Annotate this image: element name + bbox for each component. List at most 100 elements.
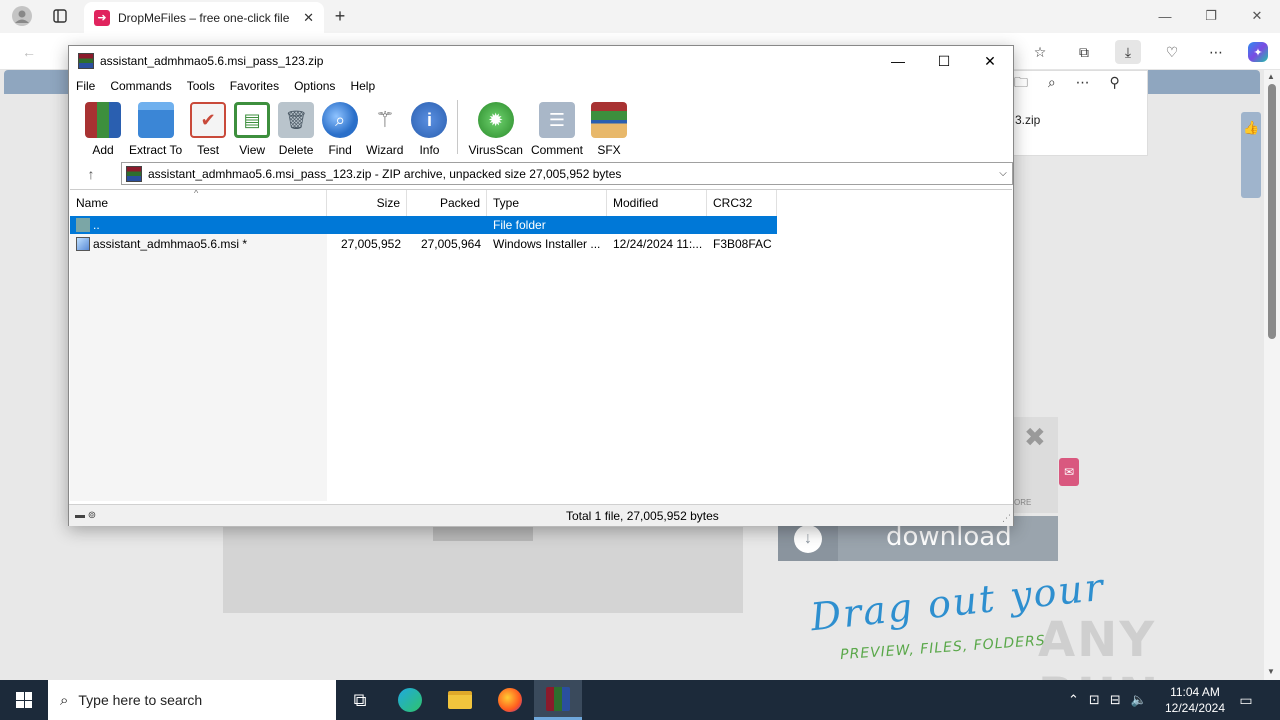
winrar-minimize-icon[interactable]: —: [875, 46, 921, 76]
downloads-icon[interactable]: ⤓: [1115, 40, 1141, 64]
edge-icon: [398, 688, 422, 712]
sfx-box-icon: [590, 102, 627, 138]
dropmefiles-favicon-icon: ➜: [94, 9, 110, 26]
wizard-wand-icon: ⚚: [366, 102, 403, 138]
taskbar-search[interactable]: ⌕ Type here to search: [48, 680, 336, 720]
start-button[interactable]: [0, 680, 48, 720]
ad-more-label: ORE: [1014, 498, 1032, 507]
clock-date: 12/24/2024: [1164, 701, 1226, 715]
tool-wizard-button[interactable]: ⚚ Wizard: [362, 96, 407, 157]
menu-file[interactable]: File: [76, 79, 95, 93]
winrar-close-icon[interactable]: ✕: [967, 46, 1013, 76]
browser-minimize-icon[interactable]: —: [1142, 4, 1188, 28]
file-explorer-icon: [448, 691, 472, 709]
show-hidden-icons-icon[interactable]: ⌃: [1068, 692, 1079, 708]
task-view-icon[interactable]: ⧉: [336, 680, 384, 720]
network-adapter-icon[interactable]: ⊡: [1089, 692, 1100, 708]
tool-virusscan-button[interactable]: ✹ VirusScan: [464, 96, 526, 157]
taskbar: ⌕ Type here to search ⧉ ⌃ ⊡ ⊟ 🔈 11:04 AM…: [0, 680, 1280, 720]
tool-extract-button[interactable]: Extract To: [125, 96, 186, 157]
winrar-titlebar[interactable]: assistant_admhmao5.6.msi_pass_123.zip — …: [69, 46, 1013, 76]
address-bar: ↑ assistant_admhmao5.6.msi_pass_123.zip …: [69, 161, 1013, 186]
info-icon: i: [411, 102, 448, 138]
column-size[interactable]: Size: [327, 190, 407, 216]
new-tab-button[interactable]: +: [328, 5, 352, 27]
clock[interactable]: 11:04 AM 12/24/2024: [1160, 684, 1230, 716]
tab-dropmefiles[interactable]: ➜ DropMeFiles – free one-click file ✕: [84, 2, 324, 33]
winrar-window: assistant_admhmao5.6.msi_pass_123.zip — …: [68, 45, 1014, 526]
column-modified[interactable]: Modified: [607, 190, 707, 216]
feedback-icon[interactable]: ✉: [1059, 458, 1079, 486]
winrar-title: assistant_admhmao5.6.msi_pass_123.zip: [100, 54, 324, 68]
scroll-thumb[interactable]: [1268, 84, 1276, 339]
column-type[interactable]: Type: [487, 190, 607, 216]
menu-favorites[interactable]: Favorites: [230, 79, 279, 93]
resize-grip-icon[interactable]: ⋰: [1002, 513, 1011, 524]
menu-tools[interactable]: Tools: [187, 79, 215, 93]
browser-close-icon[interactable]: ✕: [1234, 4, 1280, 28]
test-checklist-icon: ✔: [190, 102, 227, 138]
sort-up-icon: ^: [194, 189, 199, 198]
tab-title: DropMeFiles – free one-click file: [118, 10, 290, 25]
tool-view-button[interactable]: ▤ View: [230, 96, 274, 157]
tool-sfx-button[interactable]: SFX: [587, 96, 631, 157]
tool-test-button[interactable]: ✔ Test: [186, 96, 230, 157]
tool-comment-button[interactable]: ☰ Comment: [527, 96, 587, 157]
delete-trash-icon: 🗑: [278, 102, 315, 138]
settings-more-icon[interactable]: ⋯: [1203, 40, 1229, 64]
column-packed[interactable]: Packed: [407, 190, 487, 216]
volume-icon[interactable]: 🔈: [1131, 692, 1147, 708]
open-folder-icon[interactable]: 🗀: [1014, 74, 1028, 90]
file-list-header: ^ Name Size Packed Type Modified CRC32: [70, 190, 777, 216]
page-scrollbar[interactable]: ▲ ▼: [1264, 70, 1280, 680]
table-row[interactable]: assistant_admhmao5.6.msi * 27,005,952 27…: [70, 235, 777, 253]
column-name[interactable]: ^ Name: [70, 190, 327, 216]
drive-status-icon[interactable]: ▬ ⊚: [69, 510, 129, 521]
winrar-toolbar: Add Extract To ✔ Test ▤ View 🗑 Delete ⌕ …: [69, 96, 1013, 158]
tool-info-button[interactable]: i Info: [407, 96, 451, 157]
page-button[interactable]: [433, 527, 533, 541]
collections-icon[interactable]: ⧉: [1071, 40, 1097, 64]
scroll-up-icon[interactable]: ▲: [1267, 72, 1275, 81]
menu-help[interactable]: Help: [350, 79, 375, 93]
view-book-icon: ▤: [234, 102, 271, 138]
winrar-app-icon: [78, 53, 94, 69]
pin-icon[interactable]: ⚲: [1110, 74, 1120, 90]
favorites-icon[interactable]: ☆: [1027, 40, 1053, 64]
menu-options[interactable]: Options: [294, 79, 335, 93]
up-arrow-icon[interactable]: ↑: [69, 161, 113, 186]
profile-icon[interactable]: [10, 5, 34, 27]
network-icon[interactable]: ⊟: [1110, 692, 1121, 708]
search-icon: ⌕: [60, 691, 69, 709]
tab-actions-icon[interactable]: [48, 5, 72, 27]
browser-tab-strip: ➜ DropMeFiles – free one-click file ✕ + …: [0, 0, 1280, 33]
table-row[interactable]: .. File folder: [70, 216, 777, 234]
winrar-menu-bar: File Commands Tools Favorites Options He…: [69, 76, 1013, 96]
tool-delete-button[interactable]: 🗑 Delete: [274, 96, 318, 157]
clock-time: 11:04 AM: [1170, 685, 1220, 699]
ad-close-icon[interactable]: ✖: [1024, 422, 1046, 453]
winrar-maximize-icon[interactable]: ☐: [921, 46, 967, 76]
archive-path-field[interactable]: assistant_admhmao5.6.msi_pass_123.zip - …: [121, 162, 1013, 185]
column-crc32[interactable]: CRC32: [707, 190, 777, 216]
search-icon[interactable]: ⌕: [1048, 74, 1056, 90]
copilot-icon[interactable]: ✦: [1248, 42, 1268, 62]
back-arrow-icon[interactable]: ←: [16, 40, 42, 64]
winrar-taskbar-button[interactable]: [534, 680, 582, 720]
add-archive-icon: [85, 102, 121, 138]
chevron-down-icon[interactable]: ⌵: [994, 168, 1012, 179]
file-explorer-taskbar-button[interactable]: [436, 680, 484, 720]
tool-add-button[interactable]: Add: [81, 96, 125, 157]
tool-find-button[interactable]: ⌕ Find: [318, 96, 362, 157]
more-icon[interactable]: ⋯: [1076, 74, 1090, 90]
notification-icon[interactable]: ▭: [1236, 690, 1256, 710]
tab-close-icon[interactable]: ✕: [303, 10, 314, 26]
status-total: Total 1 file, 27,005,952 bytes: [566, 508, 719, 523]
browser-essentials-icon[interactable]: ♡: [1159, 40, 1185, 64]
browser-restore-icon[interactable]: ❐: [1188, 4, 1234, 28]
file-list[interactable]: ^ Name Size Packed Type Modified CRC32 .…: [70, 189, 1012, 501]
menu-commands[interactable]: Commands: [110, 79, 171, 93]
firefox-taskbar-button[interactable]: [486, 680, 534, 720]
edge-taskbar-button[interactable]: [386, 680, 434, 720]
downloads-panel-file[interactable]: 3.zip: [1015, 113, 1040, 127]
